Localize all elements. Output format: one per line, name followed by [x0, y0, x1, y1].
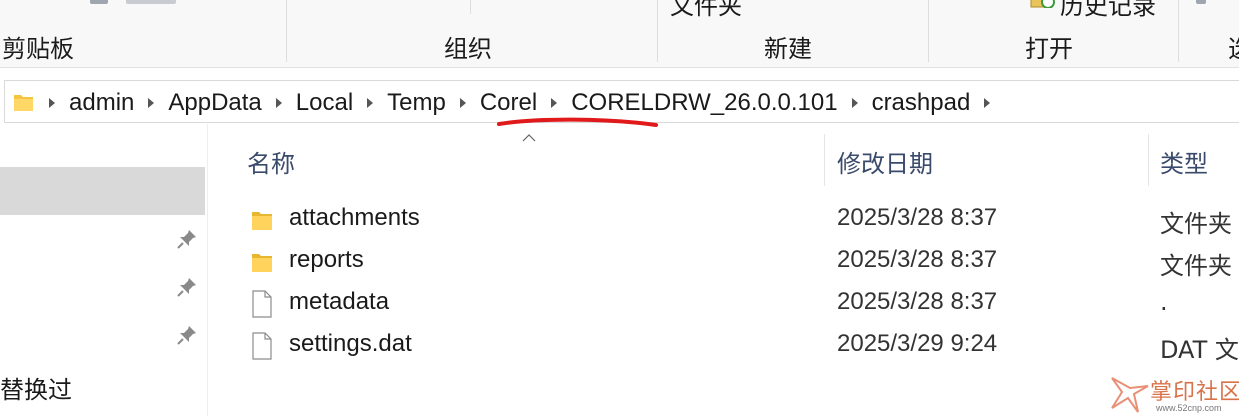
- file-type: 文件夹: [1160, 210, 1232, 238]
- ribbon-group-label-select: 选: [1228, 29, 1239, 64]
- column-header-name[interactable]: 名称: [247, 144, 295, 179]
- file-row[interactable]: metadata 2025/3/28 8:37 .: [240, 283, 1239, 325]
- breadcrumb-item-local[interactable]: Local: [296, 89, 353, 117]
- breadcrumb-item-crashpad[interactable]: crashpad: [872, 89, 971, 117]
- file-name[interactable]: metadata: [289, 288, 389, 316]
- file-date: 2025/3/28 8:37: [837, 204, 998, 231]
- file-list: 名称 修改日期 类型 attachments 2025/3/28 8:37 文件…: [210, 124, 1239, 416]
- column-divider[interactable]: [1148, 134, 1149, 186]
- column-header-type[interactable]: 类型: [1160, 144, 1208, 179]
- file-type: 文件夹: [1160, 252, 1232, 280]
- file-date: 2025/3/29 9:24: [837, 330, 998, 357]
- chevron-right-icon[interactable]: [45, 96, 59, 110]
- navigation-pane: 替换过: [0, 124, 208, 416]
- file-row[interactable]: reports 2025/3/28 8:37 文件夹: [240, 241, 1239, 283]
- column-header-date[interactable]: 修改日期: [837, 144, 933, 179]
- folder-icon: [252, 254, 272, 272]
- file-row[interactable]: settings.dat 2025/3/29 9:24 DAT 文: [240, 325, 1239, 367]
- file-date: 2025/3/28 8:37: [837, 246, 998, 273]
- chevron-right-icon[interactable]: [980, 96, 994, 110]
- ribbon-group-open: 打开: [929, 0, 1179, 68]
- ribbon-group-label-new: 新建: [764, 35, 812, 63]
- ribbon-group-label-open: 打开: [1025, 35, 1073, 63]
- nav-item-label[interactable]: 替换过: [0, 370, 72, 405]
- pin-icon[interactable]: [176, 228, 198, 250]
- file-name[interactable]: settings.dat: [289, 330, 412, 358]
- breadcrumb-item-temp[interactable]: Temp: [387, 89, 446, 117]
- file-row[interactable]: attachments 2025/3/28 8:37 文件夹: [240, 199, 1239, 241]
- chevron-right-icon[interactable]: [272, 96, 286, 110]
- pin-icon[interactable]: [176, 324, 198, 346]
- file-type: .: [1160, 288, 1168, 316]
- breadcrumb-item-appdata[interactable]: AppData: [168, 89, 261, 117]
- ribbon: 剪贴板 组织 文件夹 新建 历史记录 打开 选: [0, 0, 1239, 68]
- file-icon: [252, 332, 272, 360]
- file-name[interactable]: attachments: [289, 204, 420, 232]
- ribbon-divider: [1178, 0, 1179, 62]
- breadcrumb-item-admin[interactable]: admin: [69, 89, 134, 117]
- column-divider[interactable]: [824, 134, 825, 186]
- chevron-right-icon[interactable]: [144, 96, 158, 110]
- file-type: DAT 文: [1160, 336, 1239, 364]
- chevron-right-icon[interactable]: [456, 96, 470, 110]
- file-icon: [252, 290, 272, 318]
- chevron-right-icon[interactable]: [363, 96, 377, 110]
- watermark-text: 掌印社区: [1150, 380, 1239, 405]
- ribbon-group-label-organize: 组织: [444, 35, 492, 63]
- file-name[interactable]: reports: [289, 246, 364, 274]
- ribbon-group-new: 新建: [658, 0, 928, 68]
- ribbon-group-organize: 组织: [287, 0, 657, 68]
- chevron-right-icon[interactable]: [547, 96, 561, 110]
- ribbon-group-label-clipboard: 剪贴板: [2, 35, 74, 63]
- sort-up-icon: [522, 134, 536, 142]
- nav-item-selected[interactable]: [0, 167, 205, 215]
- file-date: 2025/3/28 8:37: [837, 288, 998, 315]
- watermark-url: www.52cnp.com: [1156, 403, 1222, 413]
- pin-icon[interactable]: [176, 276, 198, 298]
- ribbon-partial-icon: [1196, 0, 1206, 4]
- folder-icon: [252, 212, 272, 230]
- chevron-right-icon[interactable]: [848, 96, 862, 110]
- folder-icon: [14, 94, 33, 111]
- ribbon-group-clipboard: 剪贴板: [0, 0, 286, 68]
